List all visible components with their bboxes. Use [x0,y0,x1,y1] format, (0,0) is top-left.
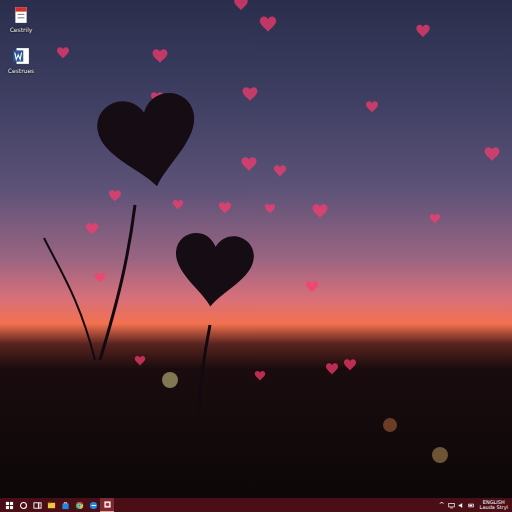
tray-clock[interactable]: ENGLISH Lauda Stryl [478,500,508,511]
document-icon [12,6,30,24]
taskbar-button[interactable] [58,498,72,512]
network-icon[interactable] [448,502,455,509]
taskbar-button[interactable] [2,498,16,512]
volume-icon[interactable] [458,502,465,509]
desktop-screen: Cestrily Cestrues ^ ENGLISH Lauda Stryl [0,0,512,512]
app-icon [103,500,112,509]
taskbar-button[interactable] [16,498,30,512]
show-hidden-icons-button[interactable]: ^ [439,502,445,509]
task-view-icon [33,501,42,510]
desktop-icon[interactable]: Cestrily [4,6,38,33]
taskbar-button[interactable] [86,498,100,512]
taskbar-button[interactable] [100,498,114,512]
desktop-icon[interactable]: Cestrues [4,47,38,74]
taskbar-button[interactable] [44,498,58,512]
store-bag-icon [61,501,70,510]
chrome-icon [75,501,84,510]
windows-logo-icon [5,501,14,510]
word-document-icon [12,47,30,65]
system-tray: ^ ENGLISH Lauda Stryl [439,500,508,511]
taskbar-button[interactable] [30,498,44,512]
desktop: Cestrily Cestrues [0,0,512,498]
battery-icon[interactable] [468,502,475,509]
cortana-circle-icon [19,501,28,510]
taskbar-button[interactable] [72,498,86,512]
wallpaper-photo [0,0,512,498]
folder-icon [47,501,56,510]
taskbar: ^ ENGLISH Lauda Stryl [0,498,512,512]
edge-icon [89,501,98,510]
